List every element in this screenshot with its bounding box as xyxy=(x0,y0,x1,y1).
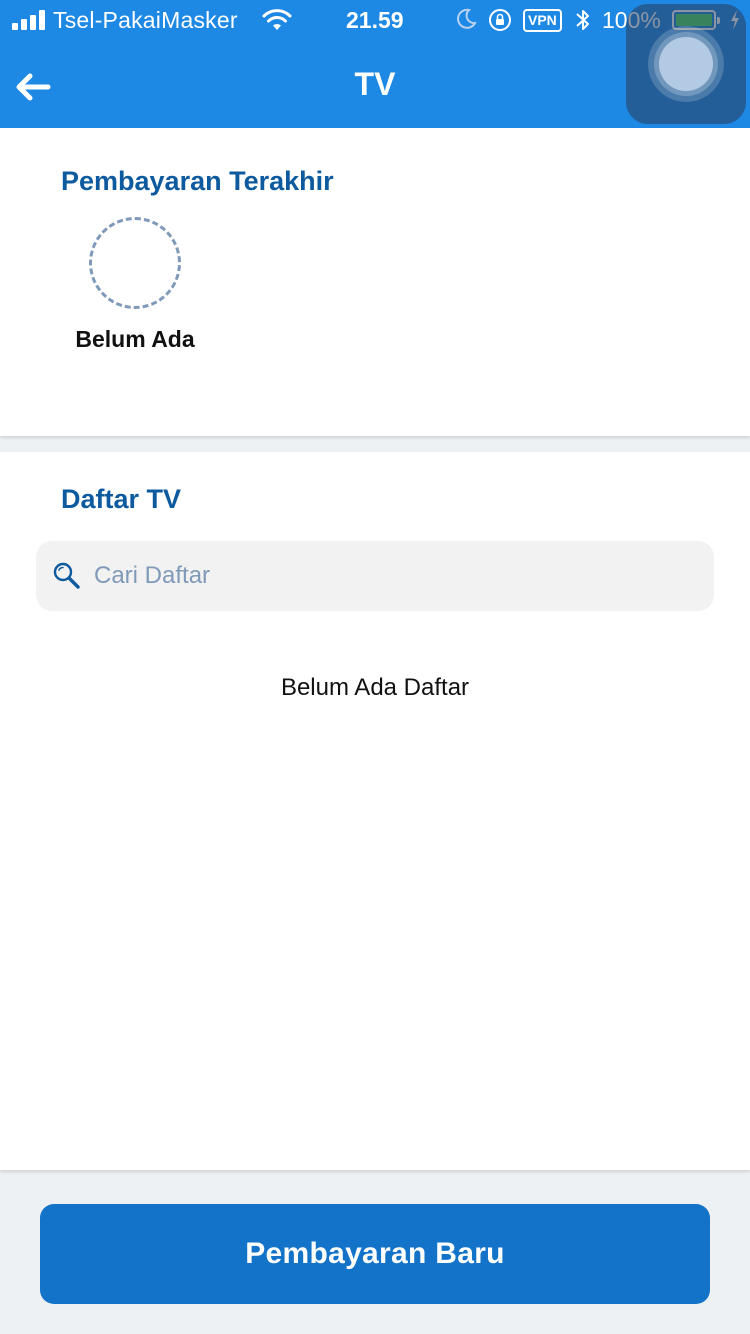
tv-list-title: Daftar TV xyxy=(61,484,182,514)
search-input[interactable] xyxy=(94,541,694,611)
vpn-badge: VPN xyxy=(523,9,562,32)
bluetooth-icon xyxy=(576,10,589,30)
carrier-name: Tsel-PakaiMasker xyxy=(53,7,238,33)
cellular-signal-icon xyxy=(12,10,48,30)
recent-payments-title: Pembayaran Terakhir xyxy=(61,166,334,196)
app-header: Tsel-PakaiMasker 21.59 VPN 100% xyxy=(0,0,750,128)
tv-list-empty-label: Belum Ada Daftar xyxy=(280,674,470,701)
assistive-ring-inner xyxy=(659,37,713,91)
status-time: 21.59 xyxy=(346,7,404,33)
do-not-disturb-icon xyxy=(457,8,477,29)
search-bar[interactable] xyxy=(36,541,714,611)
assistive-touch-button[interactable] xyxy=(626,4,746,124)
wifi-icon xyxy=(262,9,292,30)
empty-recent-placeholder-icon xyxy=(89,217,181,309)
recent-payments-empty-label: Belum Ada xyxy=(75,326,195,352)
recent-payments-section: Pembayaran Terakhir Belum Ada xyxy=(0,128,750,436)
tv-list-section: Daftar TV Belum Ada Daftar xyxy=(0,452,750,1170)
search-icon xyxy=(53,562,80,589)
orientation-lock-icon xyxy=(489,9,511,31)
new-payment-button[interactable]: Pembayaran Baru xyxy=(40,1204,710,1304)
